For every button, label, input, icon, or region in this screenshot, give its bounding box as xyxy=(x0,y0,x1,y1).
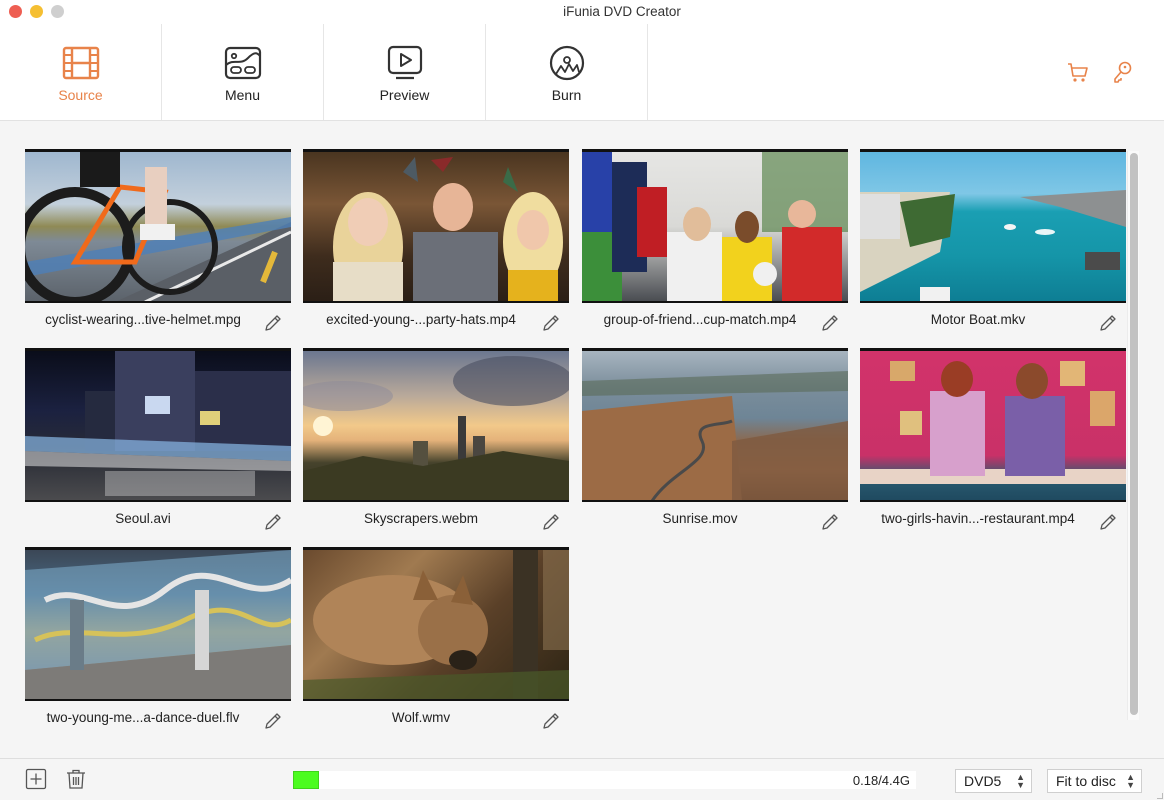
video-name: Seoul.avi xyxy=(115,511,171,526)
select-arrows-icon: ▲ ▼ xyxy=(1126,772,1135,790)
tab-menu[interactable]: Menu xyxy=(162,24,324,120)
video-thumbnail[interactable] xyxy=(582,348,848,502)
video-item[interactable]: cyclist-wearing...tive-helmet.mpg xyxy=(25,149,291,339)
select-arrows-icon: ▲ ▼ xyxy=(1016,772,1025,790)
video-thumbnail[interactable] xyxy=(303,547,569,701)
edit-pencil-icon[interactable] xyxy=(541,313,561,333)
video-name: two-young-me...a-dance-duel.flv xyxy=(46,710,240,725)
quality-mode-select[interactable]: Fit to disc ▲ ▼ xyxy=(1047,769,1142,793)
video-thumbnail[interactable] xyxy=(860,348,1126,502)
main-toolbar: Source Menu Preview Burn xyxy=(0,24,1164,121)
tab-burn-label: Burn xyxy=(551,87,582,103)
video-thumbnail[interactable] xyxy=(25,149,291,303)
cart-icon[interactable] xyxy=(1066,60,1090,84)
video-thumbnail[interactable] xyxy=(860,149,1126,303)
disc-type-select[interactable]: DVD5 ▲ ▼ xyxy=(955,769,1032,793)
video-item[interactable]: two-young-me...a-dance-duel.flv xyxy=(25,547,291,737)
window-title: iFunia DVD Creator xyxy=(563,4,681,19)
add-icon[interactable] xyxy=(25,768,47,790)
video-item[interactable]: Skyscrapers.webm xyxy=(303,348,569,538)
edit-pencil-icon[interactable] xyxy=(541,512,561,532)
video-thumbnail[interactable] xyxy=(582,149,848,303)
video-name: excited-young-...party-hats.mp4 xyxy=(326,312,516,327)
video-thumbnail[interactable] xyxy=(25,348,291,502)
video-item[interactable]: excited-young-...party-hats.mp4 xyxy=(303,149,569,339)
video-item[interactable]: Sunrise.mov xyxy=(582,348,848,538)
video-name: cyclist-wearing...tive-helmet.mpg xyxy=(45,312,241,327)
video-item[interactable]: Seoul.avi xyxy=(25,348,291,538)
video-name: two-girls-havin...-restaurant.mp4 xyxy=(881,511,1075,526)
disc-usage-fill xyxy=(293,771,319,789)
edit-pencil-icon[interactable] xyxy=(263,512,283,532)
tab-preview-label: Preview xyxy=(379,87,430,103)
scrollbar-thumb[interactable] xyxy=(1130,153,1138,715)
tab-source-label: Source xyxy=(58,87,103,103)
video-thumbnail[interactable] xyxy=(303,149,569,303)
tab-menu-label: Menu xyxy=(224,87,261,103)
disc-usage-text: 0.18/4.4G xyxy=(852,773,910,788)
edit-pencil-icon[interactable] xyxy=(541,711,561,731)
disc-type-value: DVD5 xyxy=(964,773,1002,789)
film-strip-icon xyxy=(62,46,99,80)
trash-icon[interactable] xyxy=(65,768,87,790)
video-thumbnail[interactable] xyxy=(25,547,291,701)
video-item[interactable]: two-girls-havin...-restaurant.mp4 xyxy=(860,348,1126,538)
edit-pencil-icon[interactable] xyxy=(1098,512,1118,532)
edit-pencil-icon[interactable] xyxy=(820,313,840,333)
video-item[interactable]: Motor Boat.mkv xyxy=(860,149,1126,339)
video-name: Skyscrapers.webm xyxy=(363,511,479,526)
window-resize-handle[interactable] xyxy=(1157,793,1163,799)
disc-usage-bar: 0.18/4.4G xyxy=(293,771,916,789)
video-name: Sunrise.mov xyxy=(662,511,738,526)
grid-scrollbar[interactable] xyxy=(1127,151,1139,720)
menu-template-icon xyxy=(224,46,261,80)
video-thumbnail[interactable] xyxy=(303,348,569,502)
bottom-bar: 0.18/4.4G DVD5 ▲ ▼ Fit to disc ▲ ▼ xyxy=(0,758,1164,800)
video-name: Motor Boat.mkv xyxy=(930,312,1026,327)
video-name: Wolf.wmv xyxy=(391,710,451,725)
disc-burn-icon xyxy=(549,45,584,81)
tab-burn[interactable]: Burn xyxy=(486,24,648,120)
edit-pencil-icon[interactable] xyxy=(263,711,283,731)
tab-preview[interactable]: Preview xyxy=(324,24,486,120)
video-item[interactable]: Wolf.wmv xyxy=(303,547,569,737)
quality-mode-value: Fit to disc xyxy=(1056,773,1116,789)
preview-play-icon xyxy=(387,45,422,80)
video-item[interactable]: group-of-friend...cup-match.mp4 xyxy=(582,149,848,339)
title-bar: iFunia DVD Creator xyxy=(0,0,1164,24)
tab-source[interactable]: Source xyxy=(0,24,162,120)
edit-pencil-icon[interactable] xyxy=(820,512,840,532)
edit-pencil-icon[interactable] xyxy=(263,313,283,333)
source-video-grid: cyclist-wearing...tive-helmet.mpg excite… xyxy=(0,121,1164,758)
edit-pencil-icon[interactable] xyxy=(1098,313,1118,333)
key-icon[interactable] xyxy=(1110,60,1134,84)
video-name: group-of-friend...cup-match.mp4 xyxy=(603,312,797,327)
